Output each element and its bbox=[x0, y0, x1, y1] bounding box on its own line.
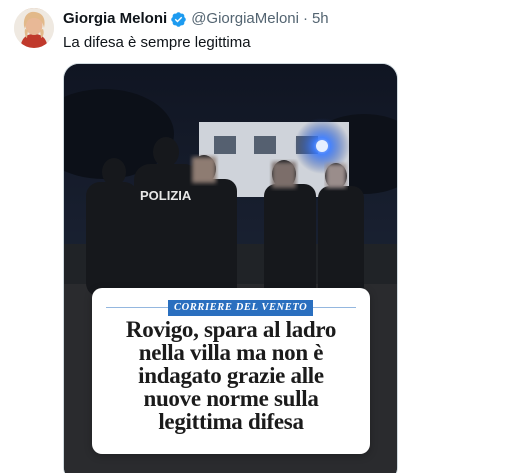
separator-dot: · bbox=[302, 10, 308, 27]
tweet-text: La difesa è sempre legittima bbox=[63, 34, 251, 51]
tweet-header: Giorgia Meloni @GiorgiaMeloni · 5h bbox=[63, 9, 329, 29]
newspaper-masthead: CORRIERE DEL VENETO bbox=[168, 300, 314, 316]
police-vest-label: POLIZIA bbox=[140, 188, 192, 203]
avatar-image bbox=[14, 8, 54, 48]
verified-badge-icon[interactable] bbox=[170, 11, 187, 28]
headline-line: nella villa ma non è bbox=[138, 340, 324, 365]
article-headline: Rovigo, spara al ladro nella villa ma no… bbox=[92, 318, 370, 433]
headline-line: legittima difesa bbox=[158, 409, 304, 434]
headline-line: Rovigo, spara al ladro bbox=[125, 317, 337, 342]
tweet-timestamp[interactable]: 5h bbox=[312, 9, 329, 29]
headline-line: nuove norme sulla bbox=[143, 386, 319, 411]
author-handle[interactable]: @GiorgiaMeloni bbox=[191, 9, 299, 29]
headline-line: indagato grazie alle bbox=[138, 363, 324, 388]
author-avatar[interactable] bbox=[14, 8, 54, 48]
tweet-media-image[interactable]: POLIZIA CORRIERE DEL VENETO Rovigo, spar… bbox=[63, 63, 398, 473]
newspaper-headline-card: CORRIERE DEL VENETO Rovigo, spara al lad… bbox=[92, 288, 370, 454]
author-display-name[interactable]: Giorgia Meloni bbox=[63, 9, 167, 29]
tweet[interactable]: Giorgia Meloni @GiorgiaMeloni · 5h La di… bbox=[0, 0, 516, 473]
